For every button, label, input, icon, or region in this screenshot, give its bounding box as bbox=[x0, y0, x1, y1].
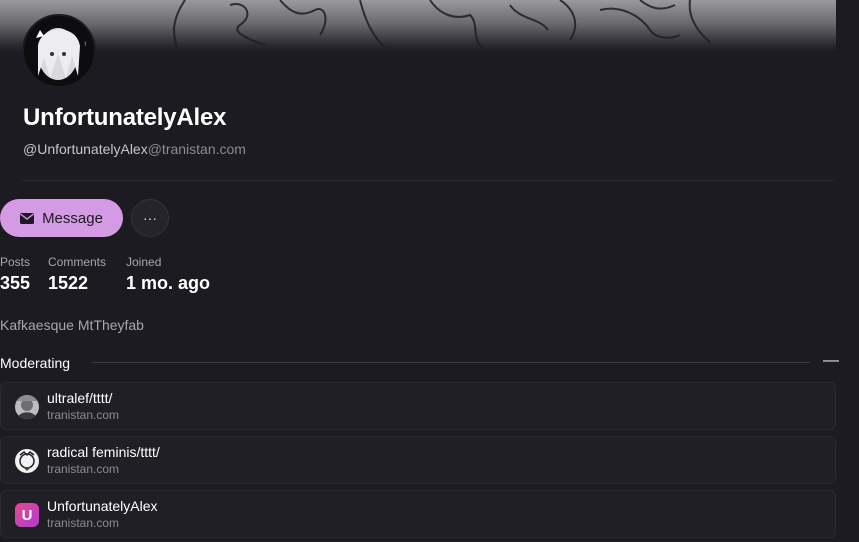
stat-label-posts: Posts bbox=[0, 255, 31, 269]
profile-avatar[interactable]: ! bbox=[22, 14, 96, 88]
community-instance: tranistan.com bbox=[47, 516, 120, 530]
sketch-avatar-icon bbox=[15, 449, 39, 473]
community-name[interactable]: ultralef/tttt/ bbox=[47, 390, 112, 406]
community-instance: tranistan.com bbox=[47, 408, 120, 422]
header-divider bbox=[22, 180, 834, 181]
ellipsis-icon: ··· bbox=[143, 210, 157, 226]
profile-banner bbox=[0, 0, 836, 52]
collapse-icon[interactable]: — bbox=[823, 352, 839, 370]
community-card[interactable]: radical feminis/tttt/ tranistan.com bbox=[0, 436, 836, 484]
message-button[interactable]: Message bbox=[0, 199, 123, 237]
section-divider bbox=[92, 362, 810, 363]
letter-u-icon: U bbox=[15, 503, 39, 527]
grayscale-photo-icon bbox=[15, 395, 39, 419]
envelope-icon bbox=[20, 212, 35, 224]
stat-value-joined: 1 mo. ago bbox=[126, 273, 211, 293]
profile-display-name: UnfortunatelyAlex bbox=[23, 104, 227, 131]
profile-handle: @UnfortunatelyAlex@tranistan.com bbox=[23, 141, 246, 157]
handle-instance: @tranistan.com bbox=[147, 141, 246, 157]
community-card[interactable]: U UnfortunatelyAlex tranistan.com bbox=[0, 490, 836, 538]
more-options-button[interactable]: ··· bbox=[131, 199, 169, 237]
community-instance: tranistan.com bbox=[47, 462, 120, 476]
stat-label-joined: Joined bbox=[126, 255, 162, 269]
svg-text:!: ! bbox=[84, 41, 86, 48]
letter-u-glyph: U bbox=[21, 506, 33, 524]
stat-value-posts: 355 bbox=[0, 273, 31, 293]
handle-username: @UnfortunatelyAlex bbox=[23, 141, 148, 157]
community-name[interactable]: UnfortunatelyAlex bbox=[47, 498, 158, 514]
profile-bio: Kafkaesque MtTheyfab bbox=[0, 317, 144, 333]
stat-value-comments: 1522 bbox=[48, 273, 89, 293]
community-name[interactable]: radical feminis/tttt/ bbox=[47, 444, 160, 460]
message-button-label: Message bbox=[42, 209, 103, 227]
moderating-heading: Moderating bbox=[0, 355, 71, 371]
community-card[interactable]: ultralef/tttt/ tranistan.com bbox=[0, 382, 836, 430]
stat-label-comments: Comments bbox=[48, 255, 107, 269]
